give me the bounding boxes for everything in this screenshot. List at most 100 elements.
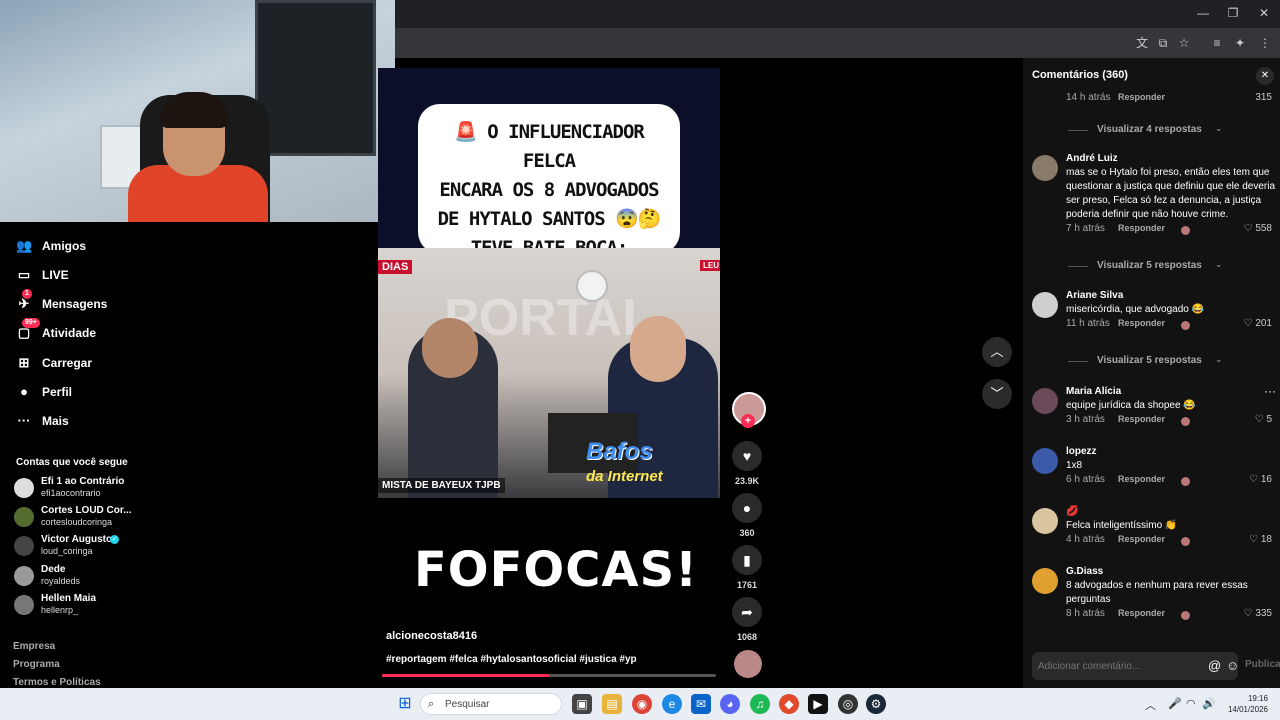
minimize-button[interactable]: — <box>1188 4 1218 22</box>
comment-like[interactable]: ♡ 201 <box>1244 318 1272 329</box>
followed-account[interactable]: Dede royaldeds <box>14 564 154 590</box>
comment-author[interactable]: 💋 <box>1066 506 1078 517</box>
comment-like[interactable]: ♡ 16 <box>1249 474 1272 485</box>
avatar[interactable] <box>1032 508 1058 534</box>
more-options-icon[interactable]: ··· <box>1264 384 1276 398</box>
reply-button[interactable]: Responder <box>1118 414 1165 424</box>
terminal-icon[interactable]: ▶ <box>808 694 828 714</box>
footer-link-termos[interactable]: Termos e Políticas <box>13 677 101 688</box>
volume-icon[interactable]: 🔊 <box>1202 697 1216 710</box>
comment-like[interactable]: ♡ 18 <box>1249 534 1272 545</box>
next-video-button[interactable]: ﹀ <box>982 379 1012 409</box>
view-replies-button[interactable]: Visualizar 5 respostas <box>1097 260 1202 271</box>
translate-icon[interactable]: 文 <box>1133 34 1151 52</box>
avatar[interactable] <box>1032 568 1058 594</box>
reply-button[interactable]: Responder <box>1118 608 1165 618</box>
video-progress-bar[interactable] <box>382 674 716 677</box>
headline-card: 🚨 O INFLUENCIADOR FELCA ENCARA OS 8 ADVO… <box>418 104 680 288</box>
avatar[interactable] <box>1032 448 1058 474</box>
comment-text: misericórdia, que advogado 😂 <box>1066 304 1205 315</box>
sidebar-item-amigos[interactable]: 👥 Amigos <box>16 235 86 257</box>
install-icon[interactable]: ⧉ <box>1154 34 1172 52</box>
reply-button[interactable]: Responder <box>1118 474 1165 484</box>
restore-button[interactable]: ❐ <box>1218 4 1248 22</box>
obs-icon[interactable]: ◎ <box>838 694 858 714</box>
chrome-icon[interactable]: ◉ <box>632 694 652 714</box>
footer-link-programa[interactable]: Programa <box>13 659 60 670</box>
publish-button[interactable]: Publicar <box>1245 659 1280 670</box>
start-icon[interactable]: ⊞ <box>395 694 415 714</box>
avatar[interactable] <box>1032 292 1058 318</box>
extensions-icon[interactable]: ✦ <box>1231 34 1249 52</box>
comment-author[interactable]: André Luiz <box>1066 153 1118 164</box>
comment-like[interactable]: ♡ 5 <box>1255 414 1272 425</box>
reading-list-icon[interactable]: ≡ <box>1208 34 1226 52</box>
heart-icon: ♡ <box>1243 318 1256 329</box>
comment-like-count[interactable]: 315 <box>1255 92 1272 103</box>
followed-account[interactable]: Hellen Maia hellenrp_ <box>14 593 154 619</box>
search-icon: ⌕ <box>428 698 435 710</box>
close-comments-button[interactable]: ✕ <box>1256 67 1274 85</box>
avatar[interactable] <box>1032 155 1058 181</box>
creator-liked-avatar <box>1181 226 1190 235</box>
spotify-icon[interactable]: ♫ <box>750 694 770 714</box>
wifi-icon[interactable]: ◠ <box>1186 697 1196 710</box>
video-player[interactable]: 🚨 O INFLUENCIADOR FELCA ENCARA OS 8 ADVO… <box>378 68 720 680</box>
view-replies-button[interactable]: Visualizar 4 respostas <box>1097 124 1202 135</box>
sidebar-item-atividade[interactable]: ▢ 99+ Atividade <box>16 318 97 344</box>
sidebar-item-label: Atividade <box>42 326 97 340</box>
video-hashtags[interactable]: #reportagem #felca #hytalosantosoficial … <box>386 654 637 665</box>
sidebar-item-mensagens[interactable]: ✈ 1 Mensagens <box>16 289 107 315</box>
sidebar-item-carregar[interactable]: ⊞ Carregar <box>16 352 92 374</box>
microphone-icon[interactable]: 🎤 <box>1168 697 1182 710</box>
discord-icon[interactable]: ◕ <box>720 694 740 714</box>
reply-button[interactable]: Responder <box>1118 534 1165 544</box>
sidebar-item-mais[interactable]: ··· Mais <box>16 410 69 432</box>
sidebar-item-perfil[interactable]: ● Perfil <box>16 381 72 403</box>
chevron-down-icon: ⌄ <box>1215 259 1223 269</box>
avatar[interactable] <box>1032 388 1058 414</box>
previous-video-button[interactable]: ︿ <box>982 337 1012 367</box>
file-explorer-icon[interactable]: ▤ <box>602 694 622 714</box>
taskbar: ⊞ Pesquisar ⌕ ▣ ▤ ◉ e ✉ ◕ ♫ ◆ ▶ ◎ ⚙ ︿ 🎤 … <box>0 688 1280 720</box>
reply-button[interactable]: Responder <box>1118 92 1165 102</box>
comment-author[interactable]: Ariane Silva <box>1066 290 1123 301</box>
outlook-icon[interactable]: ✉ <box>691 694 711 714</box>
footer-link-empresa[interactable]: Empresa <box>13 641 55 652</box>
taskbar-clock[interactable]: 19:16 14/01/2026 <box>1218 693 1268 715</box>
heart-icon: ♡ <box>1243 608 1256 619</box>
share-icon[interactable]: ➦ <box>732 597 762 627</box>
task-view-icon[interactable]: ▣ <box>572 694 592 714</box>
followed-account[interactable]: Cortes LOUD Cor... cortesloudcoringa <box>14 505 154 531</box>
comment-like[interactable]: ♡ 335 <box>1244 608 1272 619</box>
emoji-icon[interactable]: ☺ <box>1226 658 1239 673</box>
followed-account[interactable]: Efi 1 ao Contrário efi1aocontrario <box>14 476 154 502</box>
close-window-button[interactable]: ✕ <box>1249 4 1279 22</box>
taskbar-search[interactable]: Pesquisar <box>420 693 562 715</box>
reply-button[interactable]: Responder <box>1118 318 1165 328</box>
bookmark-save-icon[interactable]: ▮ <box>732 545 762 575</box>
sidebar-item-live[interactable]: ▭ LIVE <box>16 264 69 286</box>
mention-icon[interactable]: @ <box>1208 658 1221 673</box>
tab-strip <box>395 0 1280 28</box>
account-name: Victor Augusto <box>41 534 113 545</box>
followed-account[interactable]: Victor Augusto loud_coringa ✓ <box>14 534 154 560</box>
comment-icon[interactable]: ● <box>732 493 762 523</box>
bookmark-icon[interactable]: ☆ <box>1175 34 1193 52</box>
video-author[interactable]: alcionecosta8416 <box>386 630 477 642</box>
comment-like[interactable]: ♡ 558 <box>1244 223 1272 234</box>
comment-author[interactable]: G.Diass <box>1066 566 1103 577</box>
music-disc-icon[interactable] <box>734 650 762 678</box>
comment-author[interactable]: lopezz <box>1066 446 1097 457</box>
like-icon[interactable]: ♥ <box>732 441 762 471</box>
tray-chevron-icon[interactable]: ︿ <box>1145 697 1156 713</box>
comment-author[interactable]: Maria Alícia <box>1066 386 1121 397</box>
view-replies-button[interactable]: Visualizar 5 respostas <box>1097 355 1202 366</box>
follow-plus-icon[interactable]: + <box>741 414 755 428</box>
reply-button[interactable]: Responder <box>1118 223 1165 233</box>
comment-time: 14 h atrás <box>1066 92 1111 103</box>
app-icon-red[interactable]: ◆ <box>779 694 799 714</box>
edge-icon[interactable]: e <box>662 694 682 714</box>
steam-icon[interactable]: ⚙ <box>866 694 886 714</box>
menu-icon[interactable]: ⋮ <box>1256 34 1274 52</box>
